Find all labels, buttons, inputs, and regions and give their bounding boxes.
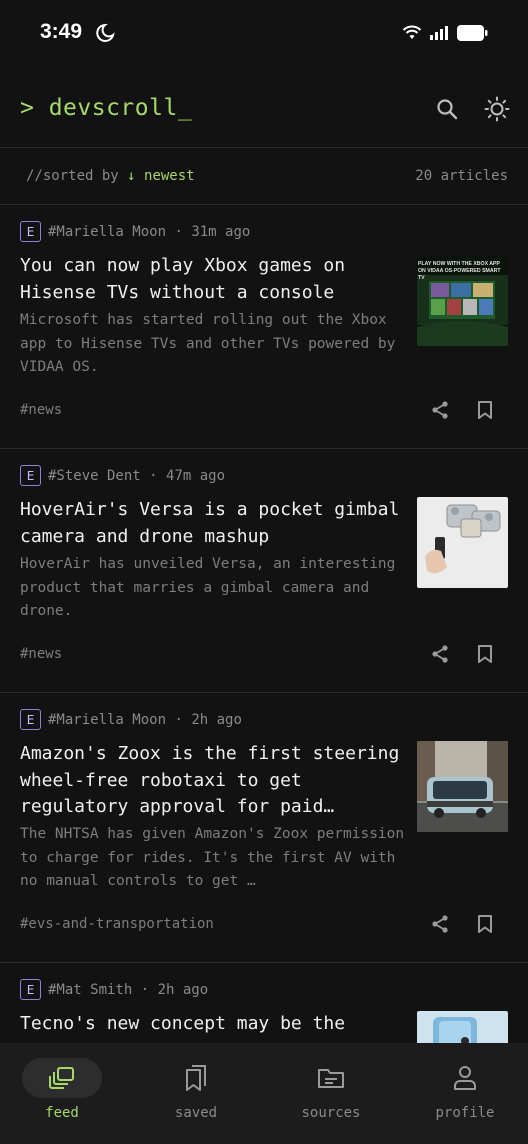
nav-feed[interactable]: feed [2, 1058, 122, 1121]
nav-label: saved [174, 1105, 218, 1121]
bookmarks-icon [186, 1065, 206, 1091]
article-author[interactable]: #Mat Smith [48, 982, 132, 998]
nav-saved[interactable]: saved [136, 1058, 256, 1121]
article-description: Microsoft has started rolling out the Xb… [20, 312, 396, 375]
article-meta: E #Steve Dent · 47m ago [20, 465, 225, 486]
source-badge: E [20, 221, 41, 242]
thumbnail-caption: PLAY NOW WITH THE XBOX APP ON VIDAA OS-P… [418, 261, 501, 281]
nav-label: feed [45, 1105, 79, 1121]
article-author[interactable]: #Mariella Moon [48, 712, 166, 728]
article-title[interactable]: Amazon's Zoox is the first steering whee… [20, 741, 405, 821]
meta-separator: · [166, 223, 192, 240]
person-icon [454, 1066, 476, 1090]
source-badge: E [20, 465, 41, 486]
article-title[interactable]: You can now play Xbox games on Hisense T… [20, 253, 405, 307]
nav-label: sources [301, 1105, 361, 1121]
nav-pill [156, 1058, 236, 1098]
article-card[interactable]: E #Steve Dent · 47m ago HoverAir's Versa… [0, 449, 528, 693]
share-button[interactable] [427, 911, 453, 937]
search-icon [437, 99, 458, 120]
nav-pill [22, 1058, 102, 1098]
share-button[interactable] [427, 641, 453, 667]
meta-separator: · [166, 711, 192, 728]
meta-separator: · [132, 981, 158, 998]
article-time: 2h ago [157, 981, 209, 998]
article-time: 31m ago [191, 223, 251, 240]
article-author[interactable]: #Steve Dent [48, 468, 141, 484]
article-tag[interactable]: #evs-and-transportation [20, 916, 214, 932]
search-button[interactable] [430, 92, 464, 126]
source-badge: E [20, 709, 41, 730]
article-author[interactable]: #Mariella Moon [48, 224, 166, 240]
source-badge: E [20, 979, 41, 1000]
article-card[interactable]: E #Mat Smith · 2h ago Tecno's new concep… [0, 963, 528, 1043]
meta-separator: · [140, 467, 167, 484]
article-card[interactable]: E #Mariella Moon · 31m ago You can now p… [0, 205, 528, 449]
battery-icon [456, 24, 488, 46]
article-title[interactable]: Tecno's new concept may be the [20, 1011, 405, 1039]
app-header: > devscroll_ [0, 70, 528, 148]
sort-control[interactable]: //sorted by ↓ newest [26, 168, 195, 184]
article-time: 47m ago [166, 467, 226, 484]
article-count: 20 articles [415, 168, 508, 184]
nav-profile[interactable]: profile [405, 1058, 525, 1121]
article-tag[interactable]: #news [20, 646, 62, 662]
bookmark-button[interactable] [472, 397, 498, 423]
sort-prefix: //sorted by [26, 168, 119, 184]
share-icon [432, 645, 448, 663]
status-bar: 3:49 [0, 0, 528, 70]
article-meta: E #Mariella Moon · 31m ago [20, 221, 250, 242]
share-button[interactable] [427, 397, 453, 423]
bottom-nav: feed saved sources profile [0, 1043, 528, 1144]
signal-icon [429, 25, 449, 45]
share-icon [432, 401, 448, 419]
article-description: The NHTSA has given Amazon's Zoox permis… [20, 826, 405, 889]
nav-pill [291, 1058, 371, 1098]
sort-value[interactable]: ↓ newest [127, 168, 194, 184]
article-meta: E #Mariella Moon · 2h ago [20, 709, 242, 730]
theme-toggle-button[interactable] [480, 92, 514, 126]
article-title[interactable]: HoverAir's Versa is a pocket gimbal came… [20, 497, 405, 551]
bookmark-button[interactable] [472, 911, 498, 937]
status-time: 3:49 [40, 20, 83, 43]
nav-pill [425, 1058, 505, 1098]
article-thumbnail[interactable]: PLAY NOW WITH THE XBOX APP ON VIDAA OS-P… [417, 255, 508, 346]
article-description: HoverAir has unveiled Versa, an interest… [20, 556, 396, 619]
bookmark-button[interactable] [472, 641, 498, 667]
sun-icon [484, 96, 510, 122]
article-thumbnail[interactable] [417, 1011, 508, 1043]
bookmark-icon [478, 401, 492, 419]
nav-label: profile [435, 1105, 495, 1121]
article-meta: E #Mat Smith · 2h ago [20, 979, 208, 1000]
share-icon [432, 915, 448, 933]
feed-icon [49, 1067, 74, 1089]
wifi-icon [402, 25, 422, 45]
do-not-disturb-icon [95, 23, 115, 47]
article-thumbnail[interactable] [417, 741, 508, 832]
article-tag[interactable]: #news [20, 402, 62, 418]
nav-sources[interactable]: sources [271, 1058, 391, 1121]
sort-bar: //sorted by ↓ newest 20 articles [0, 149, 528, 205]
article-card[interactable]: E #Mariella Moon · 2h ago Amazon's Zoox … [0, 693, 528, 963]
folder-icon [318, 1069, 344, 1088]
bookmark-icon [478, 645, 492, 663]
article-time: 2h ago [191, 711, 242, 728]
app-title: > devscroll_ [20, 95, 193, 121]
bookmark-icon [478, 915, 492, 933]
article-thumbnail[interactable] [417, 497, 508, 588]
